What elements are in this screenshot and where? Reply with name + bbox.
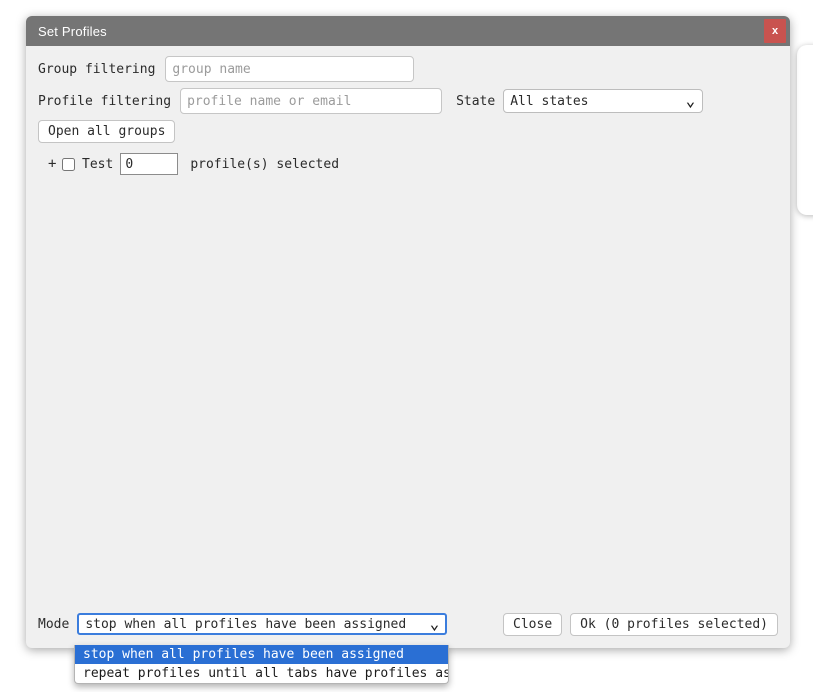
background-panel [797, 45, 813, 215]
profiles-selected-label: profile(s) selected [190, 156, 340, 172]
close-button[interactable]: Close [503, 612, 563, 636]
open-all-groups-row: Open all groups [38, 120, 778, 143]
expand-group-icon[interactable]: + [48, 156, 60, 172]
dialog-body: Group filtering Profile filtering State … [26, 46, 790, 604]
ok-button[interactable]: Ok (0 profiles selected) [570, 612, 778, 636]
group-row-test: + Test profile(s) selected [38, 153, 778, 175]
group-filter-label: Group filtering [38, 61, 156, 77]
mode-select[interactable]: stop when all profiles have been assigne… [77, 613, 448, 635]
footer-buttons: Close Ok (0 profiles selected) [503, 612, 778, 636]
mode-label: Mode [38, 616, 70, 632]
close-icon[interactable]: x [764, 19, 786, 43]
group-count-input[interactable] [120, 153, 179, 175]
group-filter-input[interactable] [165, 56, 415, 82]
mode-dropdown-option-0[interactable]: stop when all profiles have been assigne… [75, 645, 448, 664]
profile-filter-row: Profile filtering State All states ⌄ [38, 88, 778, 114]
state-label: State [456, 93, 496, 109]
mode-dropdown-option-1[interactable]: repeat profiles until all tabs have prof… [75, 664, 448, 683]
state-select-wrap: All states ⌄ [495, 89, 704, 113]
state-select[interactable]: All states [503, 89, 704, 113]
open-all-groups-button[interactable]: Open all groups [38, 120, 176, 143]
group-filter-row: Group filtering [38, 56, 778, 82]
dialog-titlebar: Set Profiles x [26, 16, 790, 46]
mode-dropdown-list[interactable]: stop when all profiles have been assigne… [74, 645, 449, 684]
profile-filter-input[interactable] [180, 88, 443, 114]
profile-filter-label: Profile filtering [38, 93, 172, 109]
set-profiles-dialog: Set Profiles x Group filtering Profile f… [26, 16, 790, 648]
dialog-title: Set Profiles [38, 23, 107, 39]
group-name-label: Test [82, 156, 114, 172]
mode-select-wrap: stop when all profiles have been assigne… [77, 613, 448, 635]
group-checkbox-test[interactable] [62, 157, 75, 171]
dialog-footer: Mode stop when all profiles have been as… [26, 604, 790, 648]
